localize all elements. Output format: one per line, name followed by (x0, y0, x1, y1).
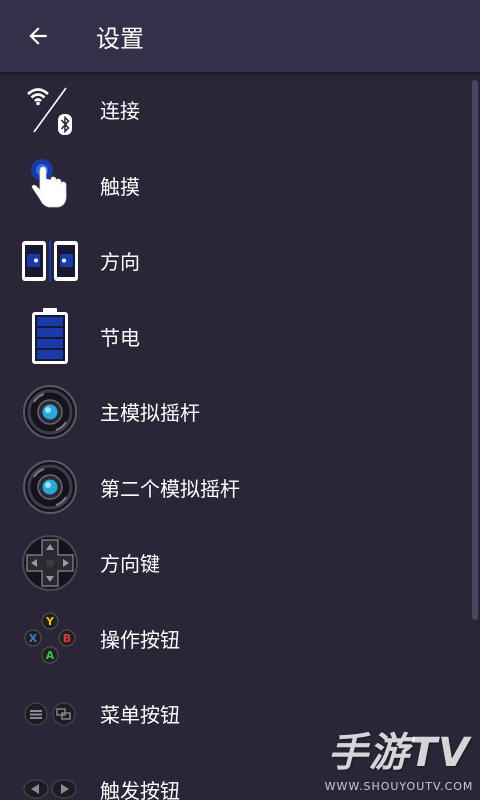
settings-item-main-analog-stick[interactable]: 主模拟摇杆 (0, 374, 468, 450)
settings-item-label: 触摸 (100, 174, 140, 199)
settings-item-label: 方向 (100, 250, 140, 275)
wifi-bluetooth-icon (0, 72, 100, 147)
touch-hand-icon (0, 148, 100, 223)
scrollbar[interactable] (472, 80, 478, 620)
svg-text:X: X (29, 632, 38, 645)
settings-item-touch[interactable]: 触摸 (0, 148, 468, 224)
settings-item-power-saving[interactable]: 节电 (0, 299, 468, 375)
svg-text:B: B (63, 632, 71, 645)
svg-text:Y: Y (45, 615, 55, 628)
settings-item-label: 第二个模拟摇杆 (100, 476, 240, 501)
settings-item-trigger-buttons[interactable]: 触发按钮 (0, 752, 468, 800)
menu-buttons-icon (0, 676, 100, 751)
trigger-buttons-icon (0, 752, 100, 800)
settings-item-label: 操作按钮 (100, 627, 180, 652)
analog-stick-icon (0, 450, 100, 525)
settings-item-orientation[interactable]: 方向 (0, 223, 468, 299)
settings-item-dpad[interactable]: 方向键 (0, 525, 468, 601)
settings-item-action-buttons[interactable]: Y X B A 操作按钮 (0, 601, 468, 677)
settings-item-menu-buttons[interactable]: 菜单按钮 (0, 676, 468, 752)
settings-item-label: 节电 (100, 325, 140, 350)
settings-item-label: 方向键 (100, 552, 160, 577)
settings-item-label: 菜单按钮 (100, 703, 180, 728)
settings-item-second-analog-stick[interactable]: 第二个模拟摇杆 (0, 450, 468, 526)
svg-text:A: A (46, 649, 55, 662)
battery-icon (0, 299, 100, 374)
action-buttons-icon: Y X B A (0, 601, 100, 676)
settings-item-label: 触发按钮 (100, 778, 180, 800)
app-bar: 设置 (0, 0, 480, 72)
orientation-icon (0, 223, 100, 298)
settings-list: 连接 触摸 方向 节电 主模拟摇杆 第二个模拟摇杆 方向键 Y X B A 操作… (0, 72, 468, 800)
settings-item-connection[interactable]: 连接 (0, 72, 468, 148)
settings-item-label: 连接 (100, 99, 140, 124)
page-title: 设置 (96, 24, 144, 53)
dpad-icon (0, 525, 100, 600)
settings-item-label: 主模拟摇杆 (100, 401, 200, 426)
arrow-left-icon (29, 27, 47, 45)
analog-stick-icon (0, 374, 100, 449)
back-button[interactable] (0, 0, 76, 72)
